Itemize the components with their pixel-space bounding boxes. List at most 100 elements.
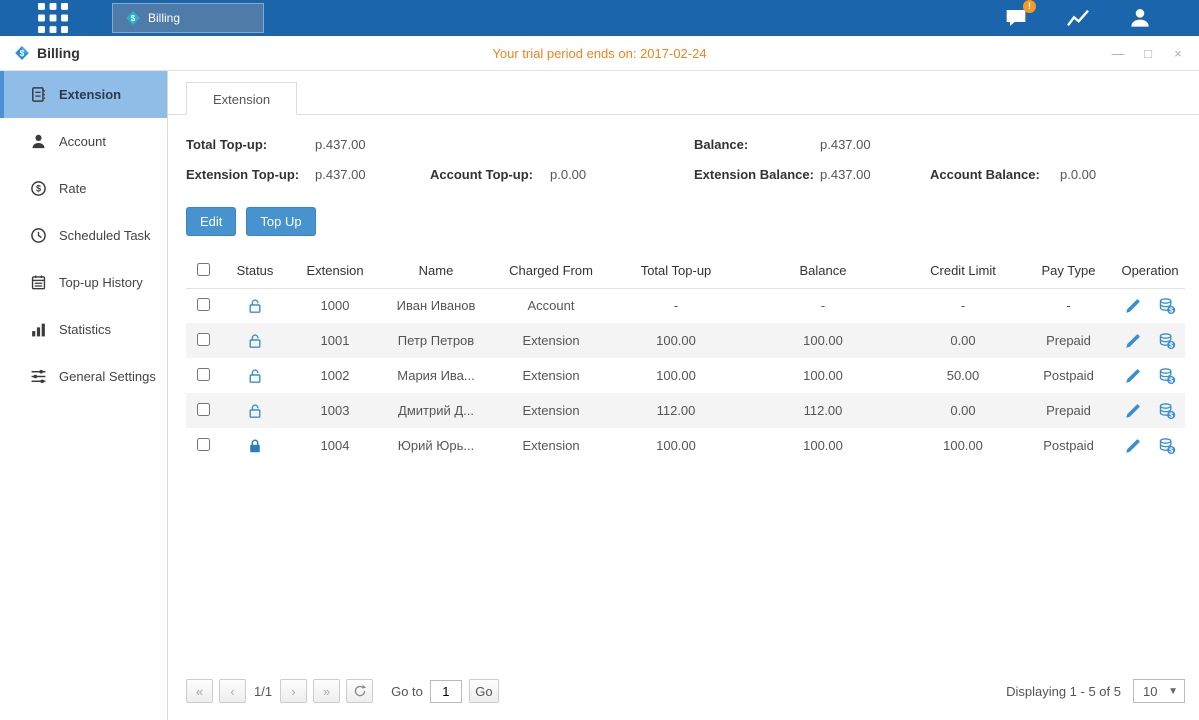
row-checkbox[interactable]: [197, 368, 210, 381]
sidebar-item-statistics[interactable]: Statistics: [0, 306, 167, 353]
topup-icon[interactable]: $: [1158, 332, 1176, 350]
extensions-table: StatusExtensionNameCharged FromTotal Top…: [186, 254, 1185, 463]
edit-icon[interactable]: [1124, 437, 1142, 455]
prev-page-button[interactable]: ‹: [219, 679, 246, 703]
column-header: Status: [220, 254, 290, 288]
account-topup-value: p.0.00: [550, 167, 586, 182]
svg-text:$: $: [1169, 410, 1173, 419]
topbar-tab-label: Billing: [148, 11, 180, 25]
table-row[interactable]: 1001Петр ПетровExtension100.00100.000.00…: [186, 323, 1185, 358]
last-page-button[interactable]: »: [313, 679, 340, 703]
topup-icon[interactable]: $: [1158, 297, 1176, 315]
sidebar-item-scheduled-task[interactable]: Scheduled Task: [0, 212, 167, 259]
row-checkbox[interactable]: [197, 333, 210, 346]
refresh-icon[interactable]: [346, 679, 373, 703]
maximize-icon[interactable]: □: [1141, 46, 1155, 61]
cell-total_topup: 100.00: [610, 323, 742, 358]
balance-value: p.437.00: [820, 137, 871, 152]
cell-pay_type: Prepaid: [1022, 323, 1115, 358]
cell-balance: 112.00: [742, 393, 904, 428]
topup-icon[interactable]: $: [1158, 437, 1176, 455]
column-header: Extension: [290, 254, 380, 288]
select-all-checkbox[interactable]: [197, 263, 210, 276]
cell-credit_limit: 0.00: [904, 323, 1022, 358]
cell-operation: $: [1115, 288, 1185, 323]
edit-icon[interactable]: [1124, 402, 1142, 420]
cell-extension: 1000: [290, 288, 380, 323]
edit-icon[interactable]: [1124, 367, 1142, 385]
go-button[interactable]: Go: [469, 679, 499, 703]
window-title: $ Billing: [14, 45, 80, 61]
pagination-bar: « ‹ 1/1 › » Go to Go Displaying 1 - 5 of…: [186, 670, 1185, 720]
sidebar-item-topup-history[interactable]: Top-up History: [0, 259, 167, 306]
main-panel: Extension Total Top-up: p.437.00 Extensi…: [168, 71, 1199, 720]
svg-text:$: $: [36, 184, 41, 194]
cell-balance: 100.00: [742, 323, 904, 358]
column-header: Balance: [742, 254, 904, 288]
cell-total_topup: 100.00: [610, 358, 742, 393]
chevron-down-icon: ▼: [1168, 686, 1184, 697]
window-title-text: Billing: [37, 45, 80, 61]
topup-icon[interactable]: $: [1158, 367, 1176, 385]
extension-icon: [30, 86, 47, 103]
table-row[interactable]: 1004Юрий Юрь...Extension100.00100.00100.…: [186, 428, 1185, 463]
extension-balance-label: Extension Balance:: [694, 167, 820, 182]
cell-balance: 100.00: [742, 428, 904, 463]
total-topup-value: p.437.00: [315, 137, 366, 152]
messages-icon[interactable]: !: [1003, 6, 1029, 30]
column-header: Name: [380, 254, 492, 288]
cell-charged_from: Account: [492, 288, 610, 323]
first-page-button[interactable]: «: [186, 679, 213, 703]
edit-icon[interactable]: [1124, 297, 1142, 315]
top-up-button[interactable]: Top Up: [246, 207, 315, 236]
action-buttons: Edit Top Up: [186, 207, 1185, 236]
edit-button[interactable]: Edit: [186, 207, 236, 236]
sidebar-item-rate[interactable]: $Rate: [0, 165, 167, 212]
billing-gem-icon: $: [14, 45, 30, 61]
trial-notice: Your trial period ends on: 2017-02-24: [0, 46, 1199, 61]
table-row[interactable]: 1000Иван ИвановAccount----$: [186, 288, 1185, 323]
column-header: Charged From: [492, 254, 610, 288]
sidebar-item-account[interactable]: Account: [0, 118, 167, 165]
sidebar-item-label: General Settings: [59, 369, 156, 384]
line-chart-icon[interactable]: [1065, 6, 1091, 30]
cell-balance: -: [742, 288, 904, 323]
next-page-button[interactable]: ›: [280, 679, 307, 703]
cell-name: Мария Ива...: [380, 358, 492, 393]
table-header-row: StatusExtensionNameCharged FromTotal Top…: [186, 254, 1185, 288]
page-size-select[interactable]: 10 ▼: [1133, 679, 1185, 703]
goto-page-input[interactable]: [430, 680, 462, 703]
sidebar-item-general-settings[interactable]: General Settings: [0, 353, 167, 400]
account-icon: [30, 133, 47, 150]
cell-name: Иван Иванов: [380, 288, 492, 323]
sidebar-item-extension[interactable]: Extension: [0, 71, 167, 118]
topup-icon[interactable]: $: [1158, 402, 1176, 420]
status-unlocked-icon: [247, 403, 263, 419]
topbar-actions: !: [1003, 6, 1199, 30]
row-checkbox[interactable]: [197, 298, 210, 311]
apps-grid-icon[interactable]: [38, 3, 68, 33]
cell-pay_type: Postpaid: [1022, 428, 1115, 463]
user-icon[interactable]: [1127, 6, 1153, 30]
topbar-billing-tab[interactable]: $ Billing: [112, 3, 264, 33]
balance-summary: Total Top-up: p.437.00 Extension Top-up:…: [186, 137, 1185, 182]
minimize-icon[interactable]: —: [1111, 46, 1125, 61]
svg-text:$: $: [131, 14, 136, 23]
cell-operation: $: [1115, 358, 1185, 393]
row-checkbox[interactable]: [197, 438, 210, 451]
row-checkbox[interactable]: [197, 403, 210, 416]
close-icon[interactable]: ×: [1171, 46, 1185, 61]
spacer: [186, 463, 1185, 670]
svg-text:$: $: [1169, 445, 1173, 454]
page-size-value: 10: [1134, 684, 1168, 699]
table-row[interactable]: 1003Дмитрий Д...Extension112.00112.000.0…: [186, 393, 1185, 428]
svg-text:$: $: [1169, 340, 1173, 349]
edit-icon[interactable]: [1124, 332, 1142, 350]
tab-extension[interactable]: Extension: [186, 82, 297, 115]
displaying-text: Displaying 1 - 5 of 5: [1006, 684, 1121, 699]
status-locked-icon: [247, 438, 263, 454]
column-header: Operation: [1115, 254, 1185, 288]
extension-balance-value: p.437.00: [820, 167, 930, 182]
sidebar: ExtensionAccount$RateScheduled TaskTop-u…: [0, 71, 168, 720]
table-row[interactable]: 1002Мария Ива...Extension100.00100.0050.…: [186, 358, 1185, 393]
